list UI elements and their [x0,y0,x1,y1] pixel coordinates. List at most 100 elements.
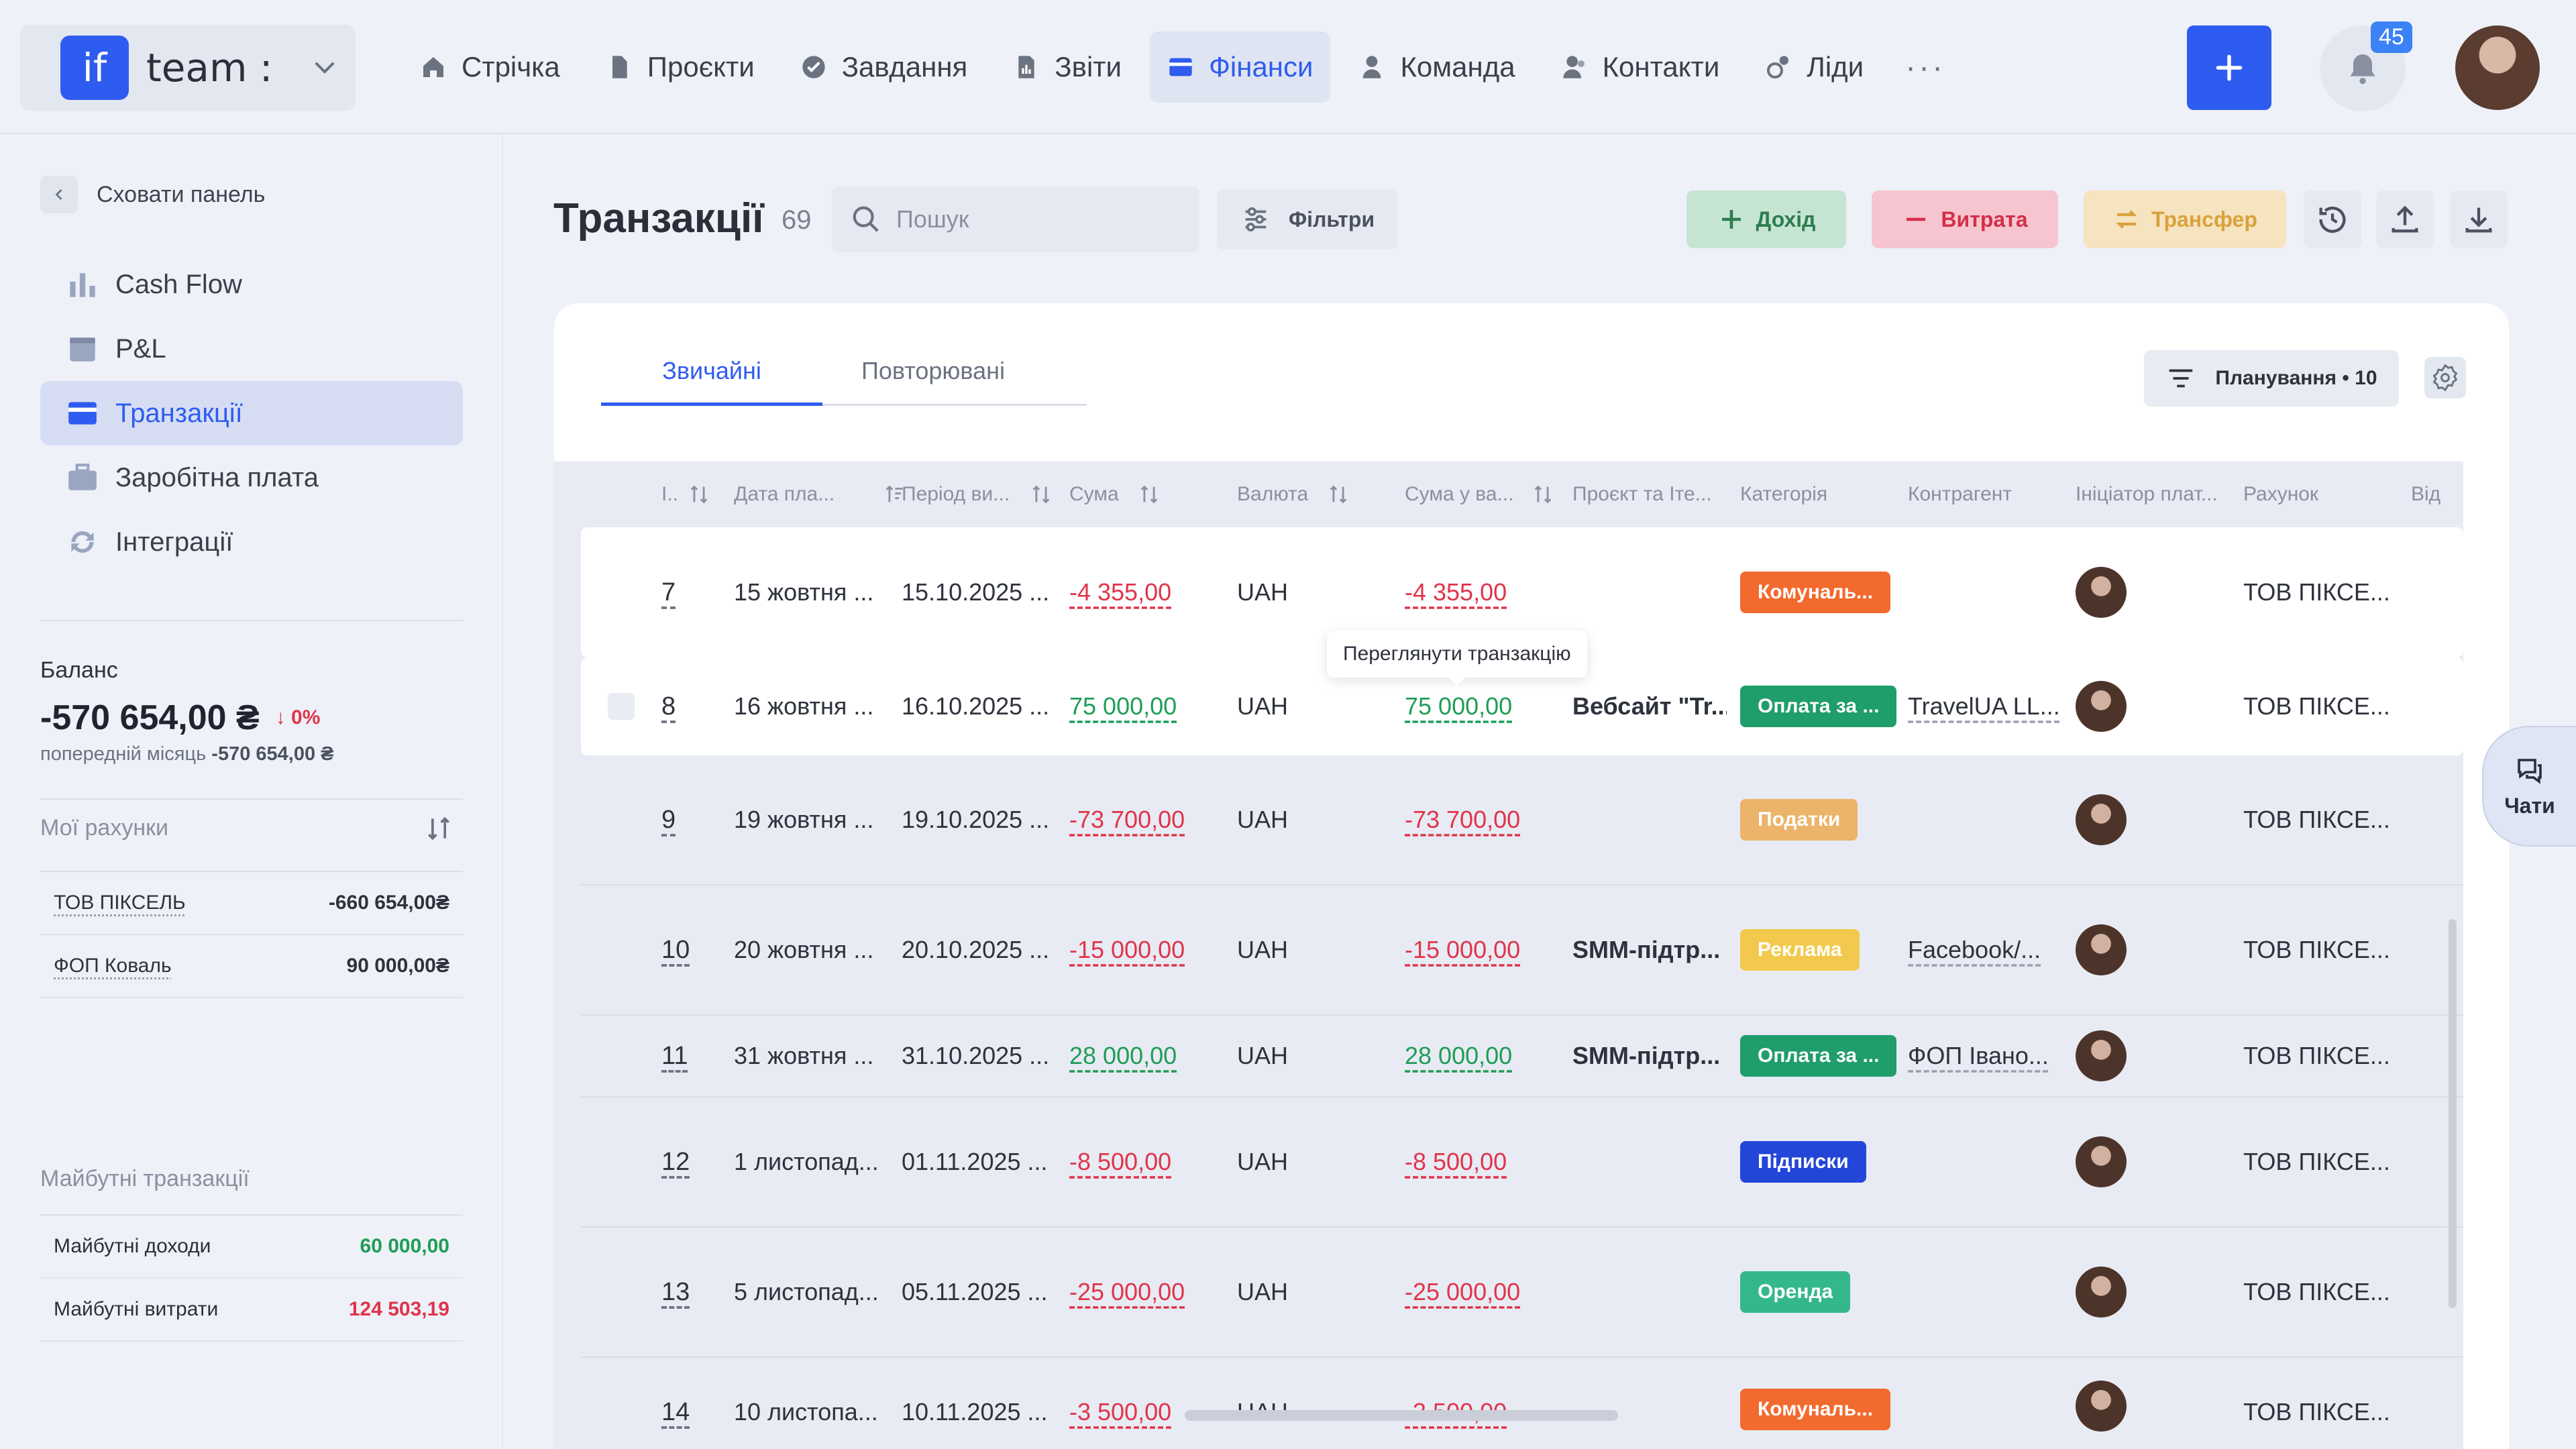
row-number[interactable]: 10 [661,936,690,965]
account-row[interactable]: ТОВ ПІКСЕЛЬ -660 654,00₴ [40,872,463,935]
row-contractor[interactable]: TravelUA LL... [1908,692,2060,720]
row-contractor[interactable]: Facebook/... [1908,936,2041,964]
tab-recurring[interactable]: Повторювані [822,343,1044,404]
row-period: 20.10.2025 ... [902,936,1050,963]
row-amount-base[interactable]: -8 500,00 [1405,1148,1507,1176]
nav-item-reports[interactable]: Звіти [996,32,1139,103]
nav-item-contacts[interactable]: Контакти [1544,32,1737,103]
row-number[interactable]: 8 [661,692,676,721]
sidebar-item-cash-flow[interactable]: Cash Flow [40,252,463,317]
row-project[interactable]: Вебсайт "Tr... [1572,692,1727,720]
app-root: if team : Стрічка Проєкти Завдання Звіти [0,0,2576,1449]
horizontal-scrollbar-thumb[interactable] [1185,1410,1618,1421]
row-checkbox[interactable] [608,693,635,720]
table-settings-button[interactable] [2424,357,2466,398]
table-row[interactable]: 13 5 листопад... 05.11.2025 ... -25 000,… [581,1228,2463,1358]
column-header-from[interactable]: Від [2411,462,2440,527]
column-header-project[interactable]: Проєкт та Іте... [1572,462,1712,527]
row-currency: UAH [1237,936,1289,963]
sidebar-item-transactions[interactable]: Транзакції [40,381,463,445]
row-amount[interactable]: -25 000,00 [1069,1278,1185,1306]
add-expense-button[interactable]: Витрата [1872,191,2058,248]
category-badge: Податки [1740,799,1858,841]
nav-label: Завдання [841,51,968,83]
team-switcher[interactable]: if team : [20,25,356,111]
sidebar-item-salary[interactable]: Заробітна плата [40,445,463,510]
column-header-id[interactable]: І.. [661,462,710,527]
row-amount[interactable]: -3 500,00 [1069,1398,1171,1426]
sidebar-item-integrations[interactable]: Інтеграції [40,510,463,574]
row-project[interactable]: SMM-підтр... [1572,1042,1720,1070]
nav-item-leads[interactable]: Ліди [1748,32,1881,103]
table-row[interactable]: 12 1 листопад... 01.11.2025 ... -8 500,0… [581,1097,2463,1228]
row-number[interactable]: 7 [661,578,676,607]
column-header-planned-date[interactable]: Дата пла... [734,462,906,527]
bar-chart-icon [70,273,95,297]
row-contractor[interactable]: ФОП Івано... [1908,1042,2049,1070]
row-amount-base[interactable]: -73 700,00 [1405,806,1520,834]
row-amount-base[interactable]: 75 000,00 [1405,692,1512,720]
upload-button[interactable] [2376,191,2434,248]
row-date: 19 жовтня ... [734,806,874,833]
row-amount[interactable]: -73 700,00 [1069,806,1185,834]
hide-panel-button[interactable]: Сховати панель [40,176,265,213]
user-avatar[interactable] [2455,25,2540,110]
row-project[interactable]: SMM-підтр... [1572,936,1720,964]
nav-item-feed[interactable]: Стрічка [402,32,578,103]
nav-label: Звіти [1055,51,1122,83]
column-header-period[interactable]: Період ви... [902,462,1053,527]
row-number[interactable]: 9 [661,806,676,835]
row-amount[interactable]: 28 000,00 [1069,1042,1177,1070]
nav-more-button[interactable]: ··· [1905,49,1945,86]
download-button[interactable] [2450,191,2508,248]
add-transfer-button[interactable]: Трансфер [2084,191,2286,248]
row-number[interactable]: 13 [661,1278,690,1307]
filters-button[interactable]: Фільтри [1217,189,1398,250]
search-input[interactable] [895,205,1193,234]
category-badge: Комуналь... [1740,572,1891,613]
column-header-amount[interactable]: Сума [1069,462,1161,527]
row-amount-base[interactable]: 28 000,00 [1405,1042,1512,1070]
row-date: 1 листопад... [734,1148,879,1175]
chats-button[interactable]: Чати [2482,726,2576,847]
history-button[interactable] [2304,191,2361,248]
nav-item-projects[interactable]: Проєкти [588,32,772,103]
prev-value: -570 654,00 ₴ [211,743,334,765]
row-amount-base[interactable]: -15 000,00 [1405,936,1520,964]
planning-button[interactable]: Планування • 10 [2144,350,2399,407]
row-amount[interactable]: -4 355,00 [1069,578,1171,606]
vertical-scrollbar-thumb[interactable] [2449,919,2457,1308]
sidebar-item-pnl[interactable]: P&L [40,317,463,381]
row-date: 31 жовтня ... [734,1042,874,1069]
add-income-button[interactable]: Дохід [1686,191,1846,248]
row-amount-base[interactable]: -4 355,00 [1405,578,1507,606]
table-header: І.. Дата пла... Період ви... Сума Валюта… [554,462,2463,527]
account-row[interactable]: ФОП Коваль 90 000,00₴ [40,935,463,998]
column-header-amount-base[interactable]: Сума у ва... [1405,462,1554,527]
row-number[interactable]: 11 [661,1042,688,1071]
table-row[interactable]: 10 20 жовтня ... 20.10.2025 ... -15 000,… [581,885,2463,1016]
column-header-contractor[interactable]: Контрагент [1908,462,2012,527]
row-number[interactable]: 14 [661,1398,690,1427]
nav-item-tasks[interactable]: Завдання [783,32,985,103]
row-amount[interactable]: -15 000,00 [1069,936,1185,964]
sort-icon[interactable] [424,814,453,843]
nav-item-finance[interactable]: Фінанси [1149,32,1331,103]
balance-label: Баланс [40,657,118,683]
account-name: ФОП Коваль [54,955,172,977]
create-button[interactable] [2187,25,2271,110]
row-amount-base[interactable]: -25 000,00 [1405,1278,1520,1306]
row-amount[interactable]: -8 500,00 [1069,1148,1171,1176]
column-header-account[interactable]: Рахунок [2243,462,2318,527]
row-amount[interactable]: 75 000,00 [1069,692,1177,720]
column-header-category[interactable]: Категорія [1740,462,1827,527]
table-row[interactable]: 14 10 листопа... 10.11.2025 ... -3 500,0… [581,1358,2463,1449]
nav-item-team[interactable]: Команда [1341,32,1532,103]
table-row[interactable]: 9 19 жовтня ... 19.10.2025 ... -73 700,0… [581,755,2463,885]
column-header-currency[interactable]: Валюта [1237,462,1350,527]
row-number[interactable]: 12 [661,1148,690,1177]
column-header-initiator[interactable]: Ініціатор плат... [2076,462,2218,527]
planning-label: Планування • 10 [2215,367,2377,389]
table-row[interactable]: 11 31 жовтня ... 31.10.2025 ... 28 000,0… [581,1016,2463,1097]
tab-regular[interactable]: Звичайні [601,343,822,406]
